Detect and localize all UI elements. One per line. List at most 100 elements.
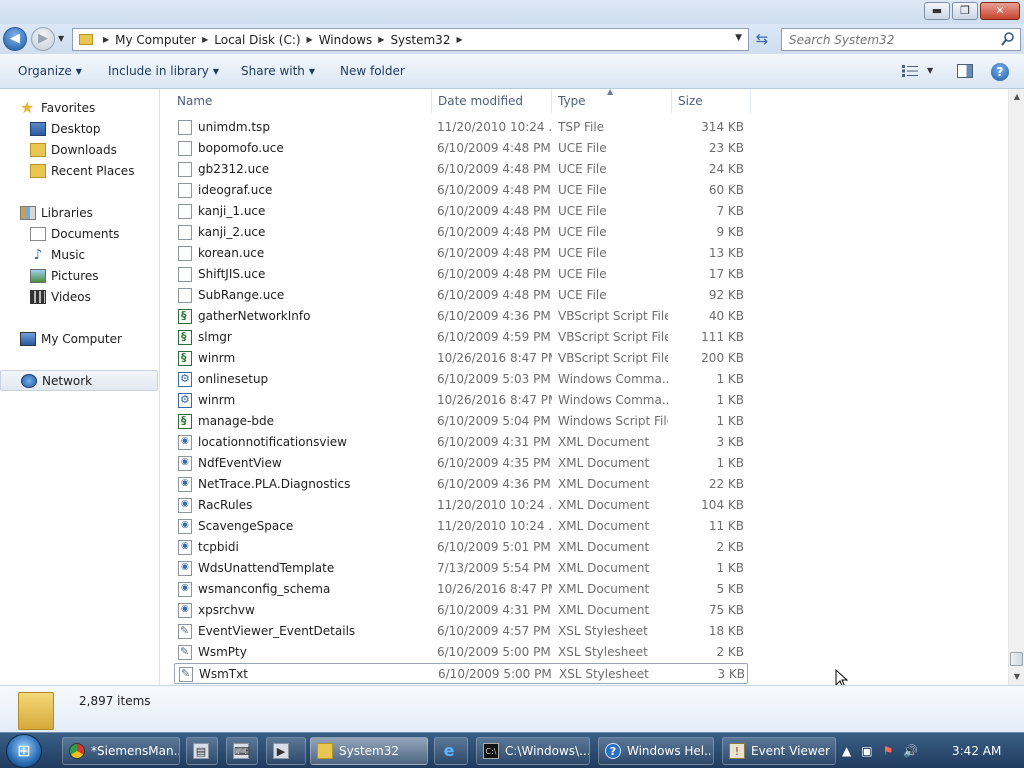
file-row[interactable]: xpsrchvw 6/10/2009 4:31 PM XML Document 75 … [174,600,748,621]
file-row[interactable]: WsmTxt 6/10/2009 5:00 PM XSL Stylesheet 3 K… [174,663,748,684]
file-row[interactable]: kanji_2.uce 6/10/2009 4:48 PM UCE File 9 KB [174,222,748,243]
file-row[interactable]: gb2312.uce 6/10/2009 4:48 PM UCE File 24 KB [174,159,748,180]
start-button[interactable]: ⊞ [6,734,42,768]
taskbar-item-system32[interactable]: System32 [310,737,428,765]
nav-recent-places[interactable]: Recent Places [0,160,158,181]
address-dropdown-icon[interactable]: ▼ [735,33,742,43]
nav-pictures[interactable]: Pictures [0,265,158,286]
column-divider[interactable] [551,89,552,113]
taskbar-item-siemens[interactable]: *SiemensMan... [62,737,180,765]
file-row[interactable]: slmgr 6/10/2009 4:59 PM VBScript Script Fi… [174,327,748,348]
file-row[interactable]: unimdm.tsp 11/20/2010 10:24 ... TSP File 31… [174,117,748,138]
share-with-button[interactable]: Share with ▼ [241,64,315,78]
search-icon[interactable] [1000,31,1016,47]
column-type[interactable]: Type [558,94,586,108]
scroll-down-arrow-icon[interactable]: ▼ [1009,669,1024,685]
column-divider[interactable] [671,89,672,113]
column-header: Name Date modified ▲ Type Size [160,89,1008,113]
column-name[interactable]: Name [177,94,212,108]
file-row[interactable]: ScavengeSpace 11/20/2010 10:24 ... XML Doc… [174,516,748,537]
refresh-icon[interactable]: ⇆ [752,30,772,50]
nav-libraries[interactable]: Libraries [0,202,158,223]
file-date-modified: 6/10/2009 4:48 PM [437,246,551,260]
maximize-button[interactable]: ❐ [952,2,978,20]
file-row[interactable]: korean.uce 6/10/2009 4:48 PM UCE File 13 KB [174,243,748,264]
file-date-modified: 6/10/2009 4:31 PM [437,603,551,617]
nav-videos[interactable]: Videos [0,286,158,307]
file-row[interactable]: ShiftJIS.uce 6/10/2009 4:48 PM UCE File 17 … [174,264,748,285]
nav-label: Music [51,247,86,262]
chevron-right-icon[interactable]: ▶ [456,35,462,44]
back-button[interactable]: ◀ [3,27,27,51]
taskbar-item-app-3[interactable]: ▶ [266,737,306,765]
file-row[interactable]: winrm 10/26/2016 8:47 PM Windows Comma... 1… [174,390,748,411]
views-icon[interactable] [902,65,918,77]
file-row[interactable]: kanji_1.uce 6/10/2009 4:48 PM UCE File 7 KB [174,201,748,222]
file-row[interactable]: NdfEventView 6/10/2009 4:35 PM XML Documen… [174,453,748,474]
views-dropdown-icon[interactable]: ▼ [927,66,933,75]
nav-music[interactable]: ♪ Music [0,244,158,265]
taskbar-item-app-1[interactable]: ▤ [186,737,218,765]
preview-pane-icon[interactable] [957,64,973,78]
include-in-library-button[interactable]: Include in library ▼ [108,64,219,78]
network-tray-icon[interactable]: ▣ [861,744,872,758]
search-box[interactable] [781,28,1021,51]
file-row[interactable]: locationnotificationsview 6/10/2009 4:31 … [174,432,748,453]
volume-icon[interactable]: 🔊 [903,744,918,758]
breadcrumb-windows[interactable]: Windows [319,33,373,47]
file-row[interactable]: gatherNetworkInfo 6/10/2009 4:36 PM VBScri… [174,306,748,327]
taskbar-item-app-2[interactable]: ⌨ [226,737,258,765]
file-row[interactable]: onlinesetup 6/10/2009 5:03 PM Windows Comm… [174,369,748,390]
column-date-modified[interactable]: Date modified [438,94,523,108]
nav-network[interactable]: Network [0,370,158,391]
nav-desktop[interactable]: Desktop [0,118,158,139]
breadcrumb-local-disk[interactable]: Local Disk (C:) [214,33,300,47]
search-input[interactable] [782,29,992,50]
file-row[interactable]: ideograf.uce 6/10/2009 4:48 PM UCE File 60 … [174,180,748,201]
file-row[interactable]: wsmanconfig_schema 10/26/2016 8:47 PM XML … [174,579,748,600]
taskbar-item-ie[interactable]: e [434,737,468,765]
breadcrumb-system32[interactable]: System32 [390,33,450,47]
close-button[interactable]: ✕ [980,2,1020,20]
file-row[interactable]: RacRules 11/20/2010 10:24 ... XML Document… [174,495,748,516]
chevron-right-icon[interactable]: ▶ [307,35,313,44]
file-row[interactable]: manage-bde 6/10/2009 5:04 PM Windows Scrip… [174,411,748,432]
nav-downloads[interactable]: Downloads [0,139,158,160]
action-center-icon[interactable]: ⚑ [883,744,894,758]
column-size[interactable]: Size [678,94,703,108]
column-divider[interactable] [750,89,751,113]
file-row[interactable]: tcpbidi 6/10/2009 5:01 PM XML Document 2 KB [174,537,748,558]
chevron-right-icon[interactable]: ▶ [103,35,109,44]
scroll-thumb[interactable] [1010,652,1023,666]
file-row[interactable]: WsmPty 6/10/2009 5:00 PM XSL Stylesheet 2 K… [174,642,748,663]
file-date-modified: 10/26/2016 8:47 PM [437,393,552,407]
nav-favorites[interactable]: ★ Favorites [0,97,158,118]
chevron-right-icon[interactable]: ▶ [378,35,384,44]
organize-button[interactable]: Organize ▼ [18,64,82,78]
new-folder-button[interactable]: New folder [340,64,405,78]
nav-documents[interactable]: Documents [0,223,158,244]
file-row[interactable]: bopomofo.uce 6/10/2009 4:48 PM UCE File 23 … [174,138,748,159]
column-divider[interactable] [431,89,432,113]
taskbar-item-windows-help[interactable]: ? Windows Hel... [598,737,714,765]
file-icon [178,141,192,156]
taskbar-item-cmd[interactable]: C:\ C:\Windows\... [476,737,590,765]
help-icon[interactable]: ? [991,63,1009,81]
file-row[interactable]: WdsUnattendTemplate 7/13/2009 5:54 PM XML … [174,558,748,579]
minimize-button[interactable]: ▬ [924,2,950,20]
nav-my-computer[interactable]: My Computer [0,328,158,349]
address-bar[interactable]: ▶ My Computer ▶ Local Disk (C:) ▶ Window… [72,28,749,51]
taskbar-item-event-viewer[interactable]: ! Event Viewer [722,737,836,765]
file-row[interactable]: EventViewer_EventDetails 6/10/2009 4:57 P… [174,621,748,642]
scroll-up-arrow-icon[interactable]: ▲ [1009,89,1024,105]
forward-button[interactable]: ▶ [31,27,55,51]
breadcrumb-my-computer[interactable]: My Computer [115,33,196,47]
file-row[interactable]: winrm 10/26/2016 8:47 PM VBScript Script F… [174,348,748,369]
chevron-right-icon[interactable]: ▶ [202,35,208,44]
clock[interactable]: 3:42 AM [952,744,1001,758]
file-row[interactable]: NetTrace.PLA.Diagnostics 6/10/2009 4:36 P… [174,474,748,495]
file-row[interactable]: SubRange.uce 6/10/2009 4:48 PM UCE File 92 … [174,285,748,306]
show-hidden-icons-icon[interactable]: ▲ [842,744,851,758]
recent-pages-dropdown[interactable]: ▼ [58,34,64,43]
vertical-scrollbar[interactable]: ▲ ▼ [1008,89,1024,685]
